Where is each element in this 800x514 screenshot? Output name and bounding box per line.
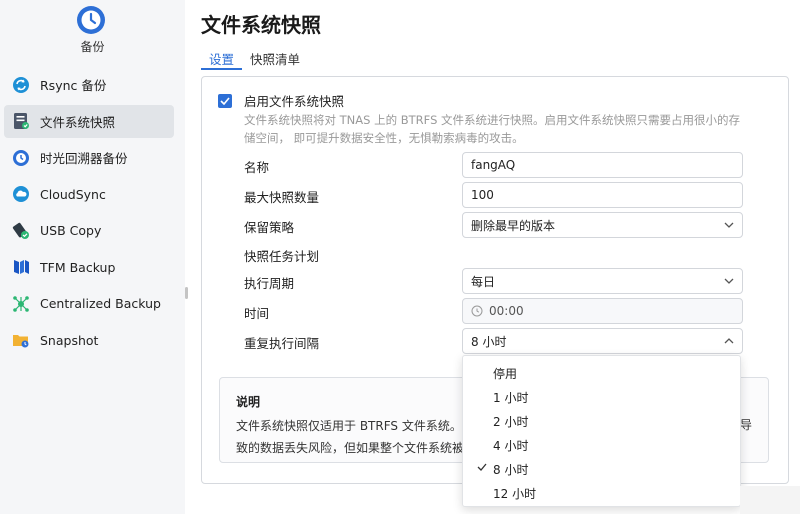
time-machine-icon <box>12 149 30 167</box>
sidebar-item-tfm-backup[interactable]: TFM Backup <box>4 251 174 284</box>
max-snapshots-value: 100 <box>471 188 494 202</box>
dropdown-option[interactable]: 4 小时 <box>493 437 528 454</box>
sidebar-item-label: TFM Backup <box>40 259 116 275</box>
interval-select[interactable]: 8 小时 <box>462 328 743 354</box>
sidebar-item-label: 时光回溯器备份 <box>40 151 128 166</box>
app-title: 备份 <box>80 40 105 54</box>
chevron-down-icon <box>724 278 734 284</box>
cycle-value: 每日 <box>471 274 496 289</box>
max-snapshots-label: 最大快照数量 <box>244 190 320 205</box>
sidebar-item-label: 文件系统快照 <box>40 114 116 130</box>
schedule-heading: 快照任务计划 <box>244 249 320 264</box>
interval-label: 重复执行间隔 <box>244 336 320 351</box>
dropdown-option[interactable]: 停用 <box>493 365 517 382</box>
enable-description: 文件系统快照将对 TNAS 上的 BTRFS 文件系统进行快照。启用文件系统快照… <box>244 111 774 147</box>
note-line: 致的数据丢失风险，但如果整个文件系统被 <box>236 441 465 455</box>
cycle-select[interactable]: 每日 <box>462 268 743 294</box>
clock-icon <box>471 305 483 317</box>
retention-policy-select[interactable]: 删除最早的版本 <box>462 212 743 238</box>
name-label: 名称 <box>244 160 270 175</box>
page-title: 文件系统快照 <box>201 13 321 37</box>
sidebar-item-time-machine[interactable]: 时光回溯器备份 <box>4 141 174 174</box>
tab-snapshot-list[interactable]: 快照清单 <box>242 46 308 70</box>
sidebar-item-filesystem-snapshot[interactable]: 文件系统快照 <box>4 104 174 138</box>
note-title: 说明 <box>236 395 261 409</box>
cycle-label: 执行周期 <box>244 276 295 291</box>
dropdown-option[interactable]: 2 小时 <box>493 413 528 430</box>
sidebar-item-snapshot[interactable]: Snapshot <box>4 324 174 357</box>
dropdown-option[interactable]: 1 小时 <box>493 389 528 406</box>
sidebar-item-label: USB Copy <box>40 223 102 238</box>
app-header: 备份 <box>0 0 185 65</box>
sidebar-nav: Rsync 备份 文件系统快照 时光回溯器备份 CloudSync USB Co… <box>4 68 174 360</box>
tab-settings[interactable]: 设置 <box>201 46 243 70</box>
usb-copy-icon <box>12 222 30 240</box>
time-value: 00:00 <box>489 304 524 318</box>
cloud-icon <box>12 185 30 203</box>
bottom-corner-overlay <box>740 486 800 514</box>
name-input-value: fangAQ <box>471 158 516 172</box>
checkmark-icon <box>220 96 230 105</box>
snapshot-folder-icon <box>12 331 30 349</box>
sidebar-item-rsync[interactable]: Rsync 备份 <box>4 68 174 101</box>
rsync-sync-icon <box>12 76 30 94</box>
filesystem-snapshot-icon <box>12 112 30 130</box>
backup-clock-icon <box>77 6 105 34</box>
tfm-backup-icon <box>12 258 30 276</box>
retention-policy-value: 删除最早的版本 <box>471 218 556 233</box>
tab-bar: 设置 快照清单 <box>201 46 308 70</box>
enable-snapshot-label: 启用文件系统快照 <box>244 94 345 109</box>
note-line: 文件系统快照仅适用于 BTRFS 文件系统。 <box>236 419 462 433</box>
name-input[interactable]: fangAQ <box>462 152 743 178</box>
interval-value: 8 小时 <box>471 334 507 349</box>
retention-policy-label: 保留策略 <box>244 220 295 235</box>
chevron-down-icon <box>724 222 734 228</box>
enable-snapshot-checkbox[interactable] <box>218 93 232 108</box>
sidebar-item-centralized-backup[interactable]: Centralized Backup <box>4 287 174 320</box>
dropdown-option[interactable]: 12 小时 <box>493 485 536 502</box>
sidebar-item-label: Centralized Backup <box>40 296 161 311</box>
max-snapshots-input[interactable]: 100 <box>462 182 743 208</box>
sidebar-resize-handle[interactable] <box>185 287 188 299</box>
sidebar-item-cloudsync[interactable]: CloudSync <box>4 178 174 211</box>
time-label: 时间 <box>244 306 270 321</box>
enable-snapshot-row[interactable]: 启用文件系统快照 <box>218 91 344 110</box>
sidebar-item-label: Rsync 备份 <box>40 78 107 93</box>
chevron-up-icon <box>724 338 734 344</box>
sidebar-item-usb-copy[interactable]: USB Copy <box>4 214 174 247</box>
dropdown-option-selected[interactable]: 8 小时 <box>493 461 528 478</box>
time-input[interactable]: 00:00 <box>462 298 743 324</box>
note-line-tail: 导 <box>740 418 753 432</box>
sidebar-item-label: CloudSync <box>40 186 106 202</box>
description-line: 文件系统快照将对 TNAS 上的 BTRFS 文件系统进行快照。启用文件系统快照… <box>244 113 741 127</box>
check-icon <box>477 463 487 471</box>
interval-dropdown: 停用 1 小时 2 小时 4 小时 8 小时 12 小时 <box>462 355 741 507</box>
sidebar: 备份 Rsync 备份 文件系统快照 时光回溯器备份 CloudSync USB… <box>0 0 185 514</box>
description-line: 储空间， 即可提升数据安全性，无惧勒索病毒的攻击。 <box>244 131 524 145</box>
sidebar-item-label: Snapshot <box>40 332 99 348</box>
centralized-backup-icon <box>12 295 30 313</box>
